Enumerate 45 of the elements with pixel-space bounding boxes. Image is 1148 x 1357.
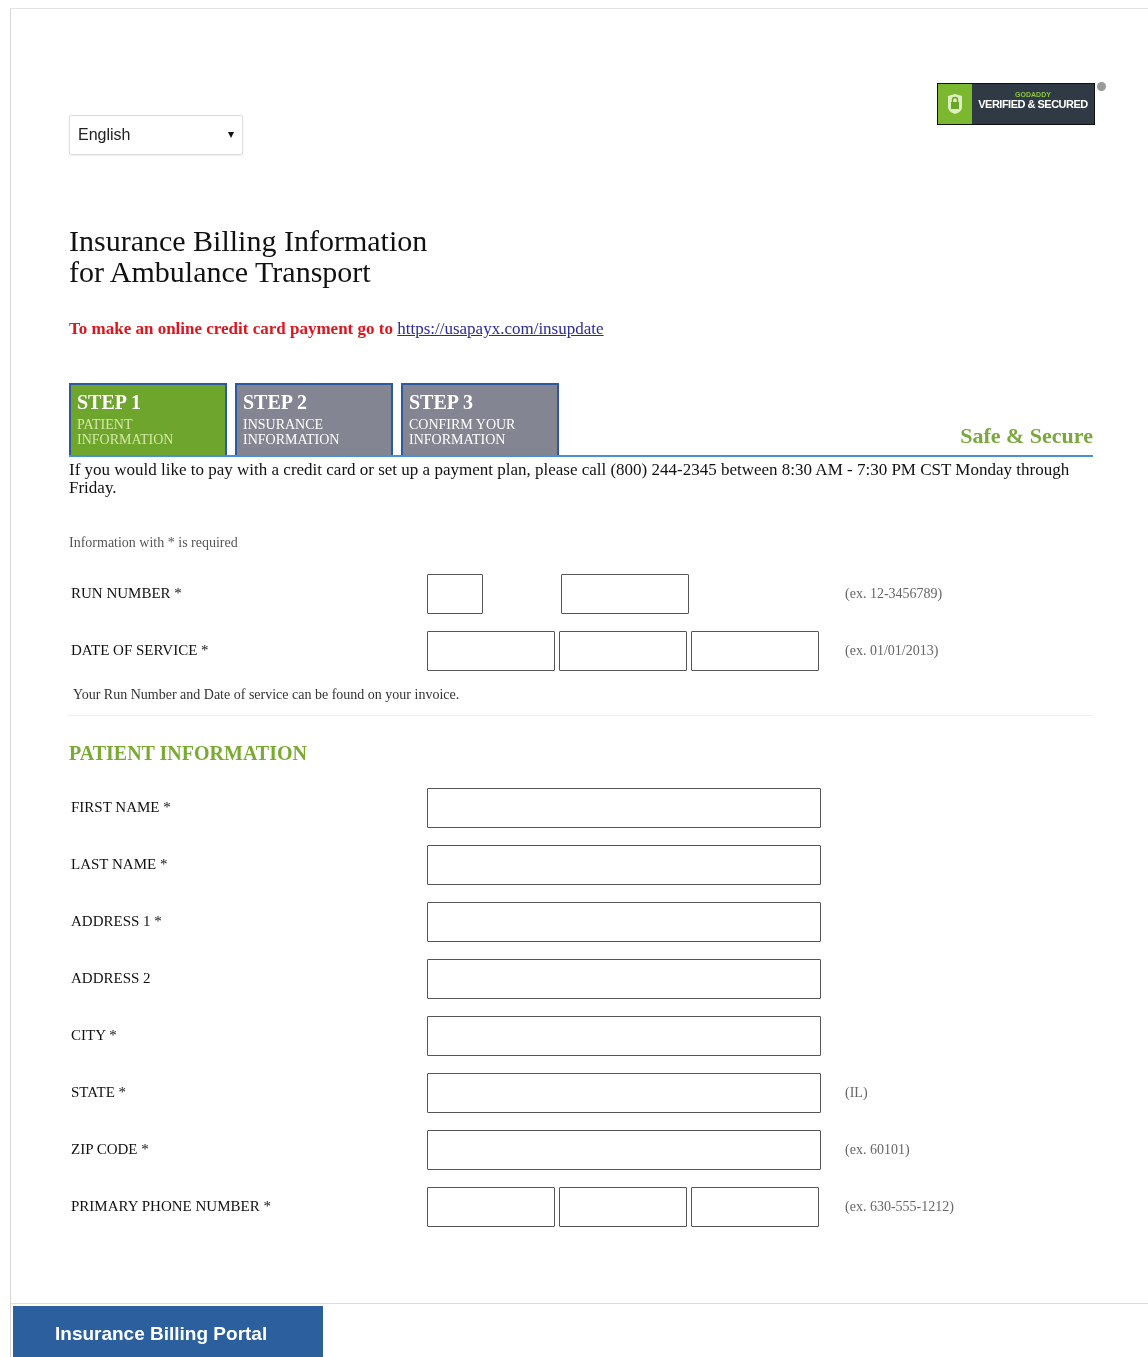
field-label: CITY * (70, 1027, 118, 1044)
payment-link[interactable]: https://usapayx.com/insupdate (397, 319, 604, 338)
input-field[interactable] (427, 844, 821, 885)
input-field[interactable] (691, 630, 819, 671)
page-title: Insurance Billing Information for Ambulance Transport (69, 225, 429, 287)
invoice-note: Your Run Number and Date of service can be found on your invoice. (73, 687, 461, 703)
field-label: STATE * (70, 1084, 128, 1101)
field-label: DATE OF SERVICE * (70, 642, 210, 659)
payment-notice: To make an online credit card payment go to https://usapayx.com/insupdate (69, 319, 605, 339)
field-label: ZIP CODE * (70, 1141, 150, 1158)
required-note: Information with * is required (69, 535, 239, 551)
example-hint: (ex. 12-3456789) (845, 585, 943, 602)
field-label: ADDRESS 1 * (70, 913, 163, 930)
field-label: ADDRESS 2 (70, 970, 152, 987)
input-field[interactable] (427, 1072, 821, 1113)
input-field[interactable] (427, 901, 821, 942)
input-field[interactable] (427, 630, 555, 671)
input-field[interactable] (427, 958, 821, 999)
field-label: RUN NUMBER * (70, 585, 183, 602)
input-field[interactable] (427, 1129, 821, 1170)
caret-icon (228, 132, 234, 138)
field-label: LAST NAME * (70, 856, 169, 873)
input-field[interactable] (427, 573, 483, 614)
lock-icon (938, 84, 972, 124)
portal-tab[interactable]: Insurance Billing Portal (13, 1306, 323, 1357)
example-hint: (ex. 01/01/2013) (845, 642, 939, 659)
example-hint: (IL) (845, 1084, 868, 1101)
example-hint: (ex. 60101) (845, 1141, 910, 1158)
badge-label: VERIFIED & SECURED (978, 97, 1088, 110)
input-field[interactable] (427, 1186, 555, 1227)
input-field[interactable] (561, 573, 689, 614)
field-label: FIRST NAME * (70, 799, 172, 816)
input-field[interactable] (427, 1015, 821, 1056)
input-field[interactable] (691, 1186, 819, 1227)
input-field[interactable] (559, 1186, 687, 1227)
safe-secure-label: Safe & Secure (960, 423, 1093, 450)
section-heading: PATIENT INFORMATION (69, 742, 308, 765)
intro-text: If you would like to pay with a credit card or set up a payment plan, please call (800) 244-2345 between 8:30 AM - 7:30 PM CST Monday through Friday. (69, 461, 1071, 497)
field-label: PRIMARY PHONE NUMBER * (70, 1198, 272, 1215)
step-tab[interactable]: STEP 2 INSURANCE INFORMATION (235, 383, 393, 455)
example-hint: (ex. 630-555-1212) (845, 1198, 954, 1215)
input-field[interactable] (559, 630, 687, 671)
input-field[interactable] (427, 787, 821, 828)
language-select[interactable]: English (69, 115, 243, 155)
step-tab[interactable]: STEP 3 CONFIRM YOUR INFORMATION (401, 383, 559, 455)
